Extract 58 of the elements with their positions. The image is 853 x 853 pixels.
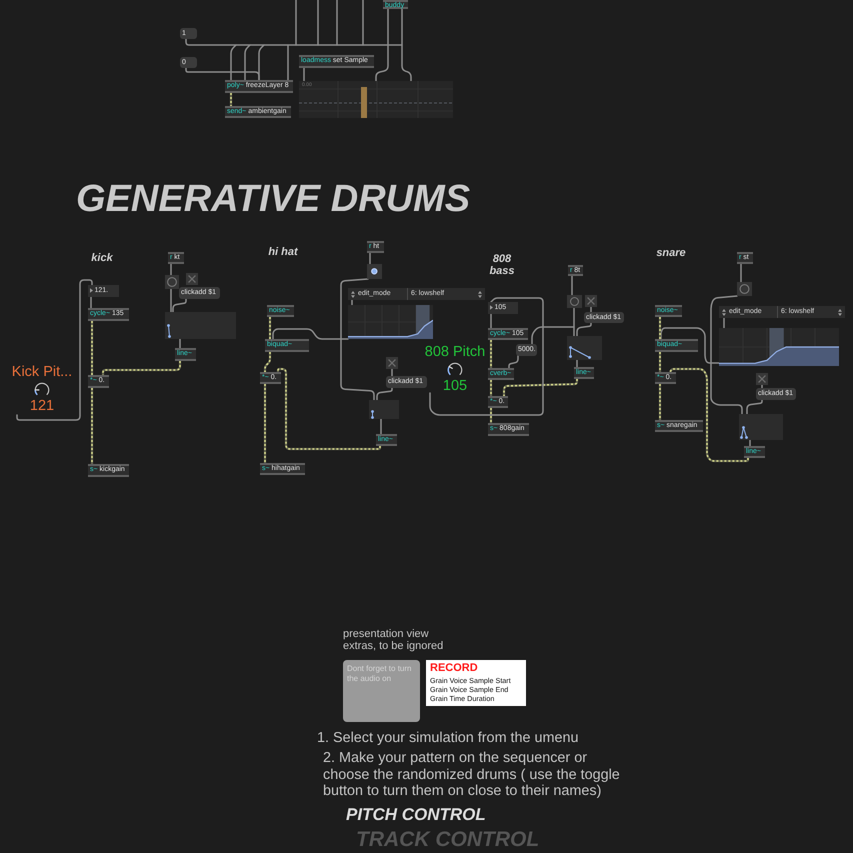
circle-icon [739,284,750,294]
record-label: RECORD [430,662,478,675]
envelope-editor[interactable] [567,336,602,360]
signal-cord [268,317,272,339]
triangle-icon [490,304,493,310]
section-heading: TRACK CONTROL [356,828,540,851]
circle-icon [167,277,177,287]
toggle[interactable] [386,357,398,369]
signal-cord [264,352,272,372]
dropdown-arrows-icon [722,308,726,316]
patch-cord [746,399,763,415]
x-mark-icon [388,359,396,367]
x-mark-icon [188,275,196,283]
x-mark-icon [758,375,766,383]
envelope-points-icon [370,410,374,418]
signal-cord [658,317,662,339]
toggle[interactable] [186,273,198,285]
dial-knob[interactable] [34,382,50,398]
comment-text: presentation view extras, to be ignored [343,628,444,652]
section-label: kick [90,252,114,264]
envelope-points-icon [568,346,590,358]
dial-knob[interactable] [447,362,463,378]
patch-title: GENERATIVE DRUMS [76,179,470,219]
envelope-editor[interactable] [369,400,399,419]
dropdown-arrows-icon [838,308,842,316]
toggle[interactable] [585,295,597,307]
signal-cord [490,408,492,423]
dial-value: 121 [30,399,54,413]
signal-cord [490,380,492,396]
dial-label: Kick Pit... [12,365,72,380]
signal-cord [658,384,662,420]
envelope-editor[interactable] [739,414,783,440]
signal-cord [658,352,662,372]
triangle-icon [90,288,93,292]
filter-graph[interactable] [348,305,433,339]
section-label: snare [655,247,687,259]
instruction-text: 2. Make your pattern on the sequencer or choose the randomized drums ( use the toggle button to turn them on close to their names) [323,750,621,800]
signal-cord [230,93,232,106]
bang-button[interactable] [367,264,382,279]
circle-icon [371,268,378,275]
section-heading: PITCH CONTROL [346,805,486,824]
dial-value: 105 [442,379,468,393]
toggle[interactable] [756,373,768,385]
dropdown-arrows-icon [478,290,482,298]
dropdown-arrows-icon [351,290,355,298]
reminder-text: Dont forget to turn the audio on [347,664,412,683]
section-label: 808 bass [488,253,516,278]
signal-cord [490,340,492,368]
signal-cord [90,321,94,375]
dial-label: 808 Pitch [424,345,486,360]
circle-icon [569,297,580,306]
x-mark-icon [587,297,595,305]
envelope-points-icon [166,324,170,338]
filter-graph[interactable] [719,328,839,366]
section-label: hi hat [267,246,299,258]
envelope-points-icon [740,426,748,438]
instruction-text: 1. Select your simulation from the umenu [317,730,579,746]
playhead-marker [361,87,367,118]
